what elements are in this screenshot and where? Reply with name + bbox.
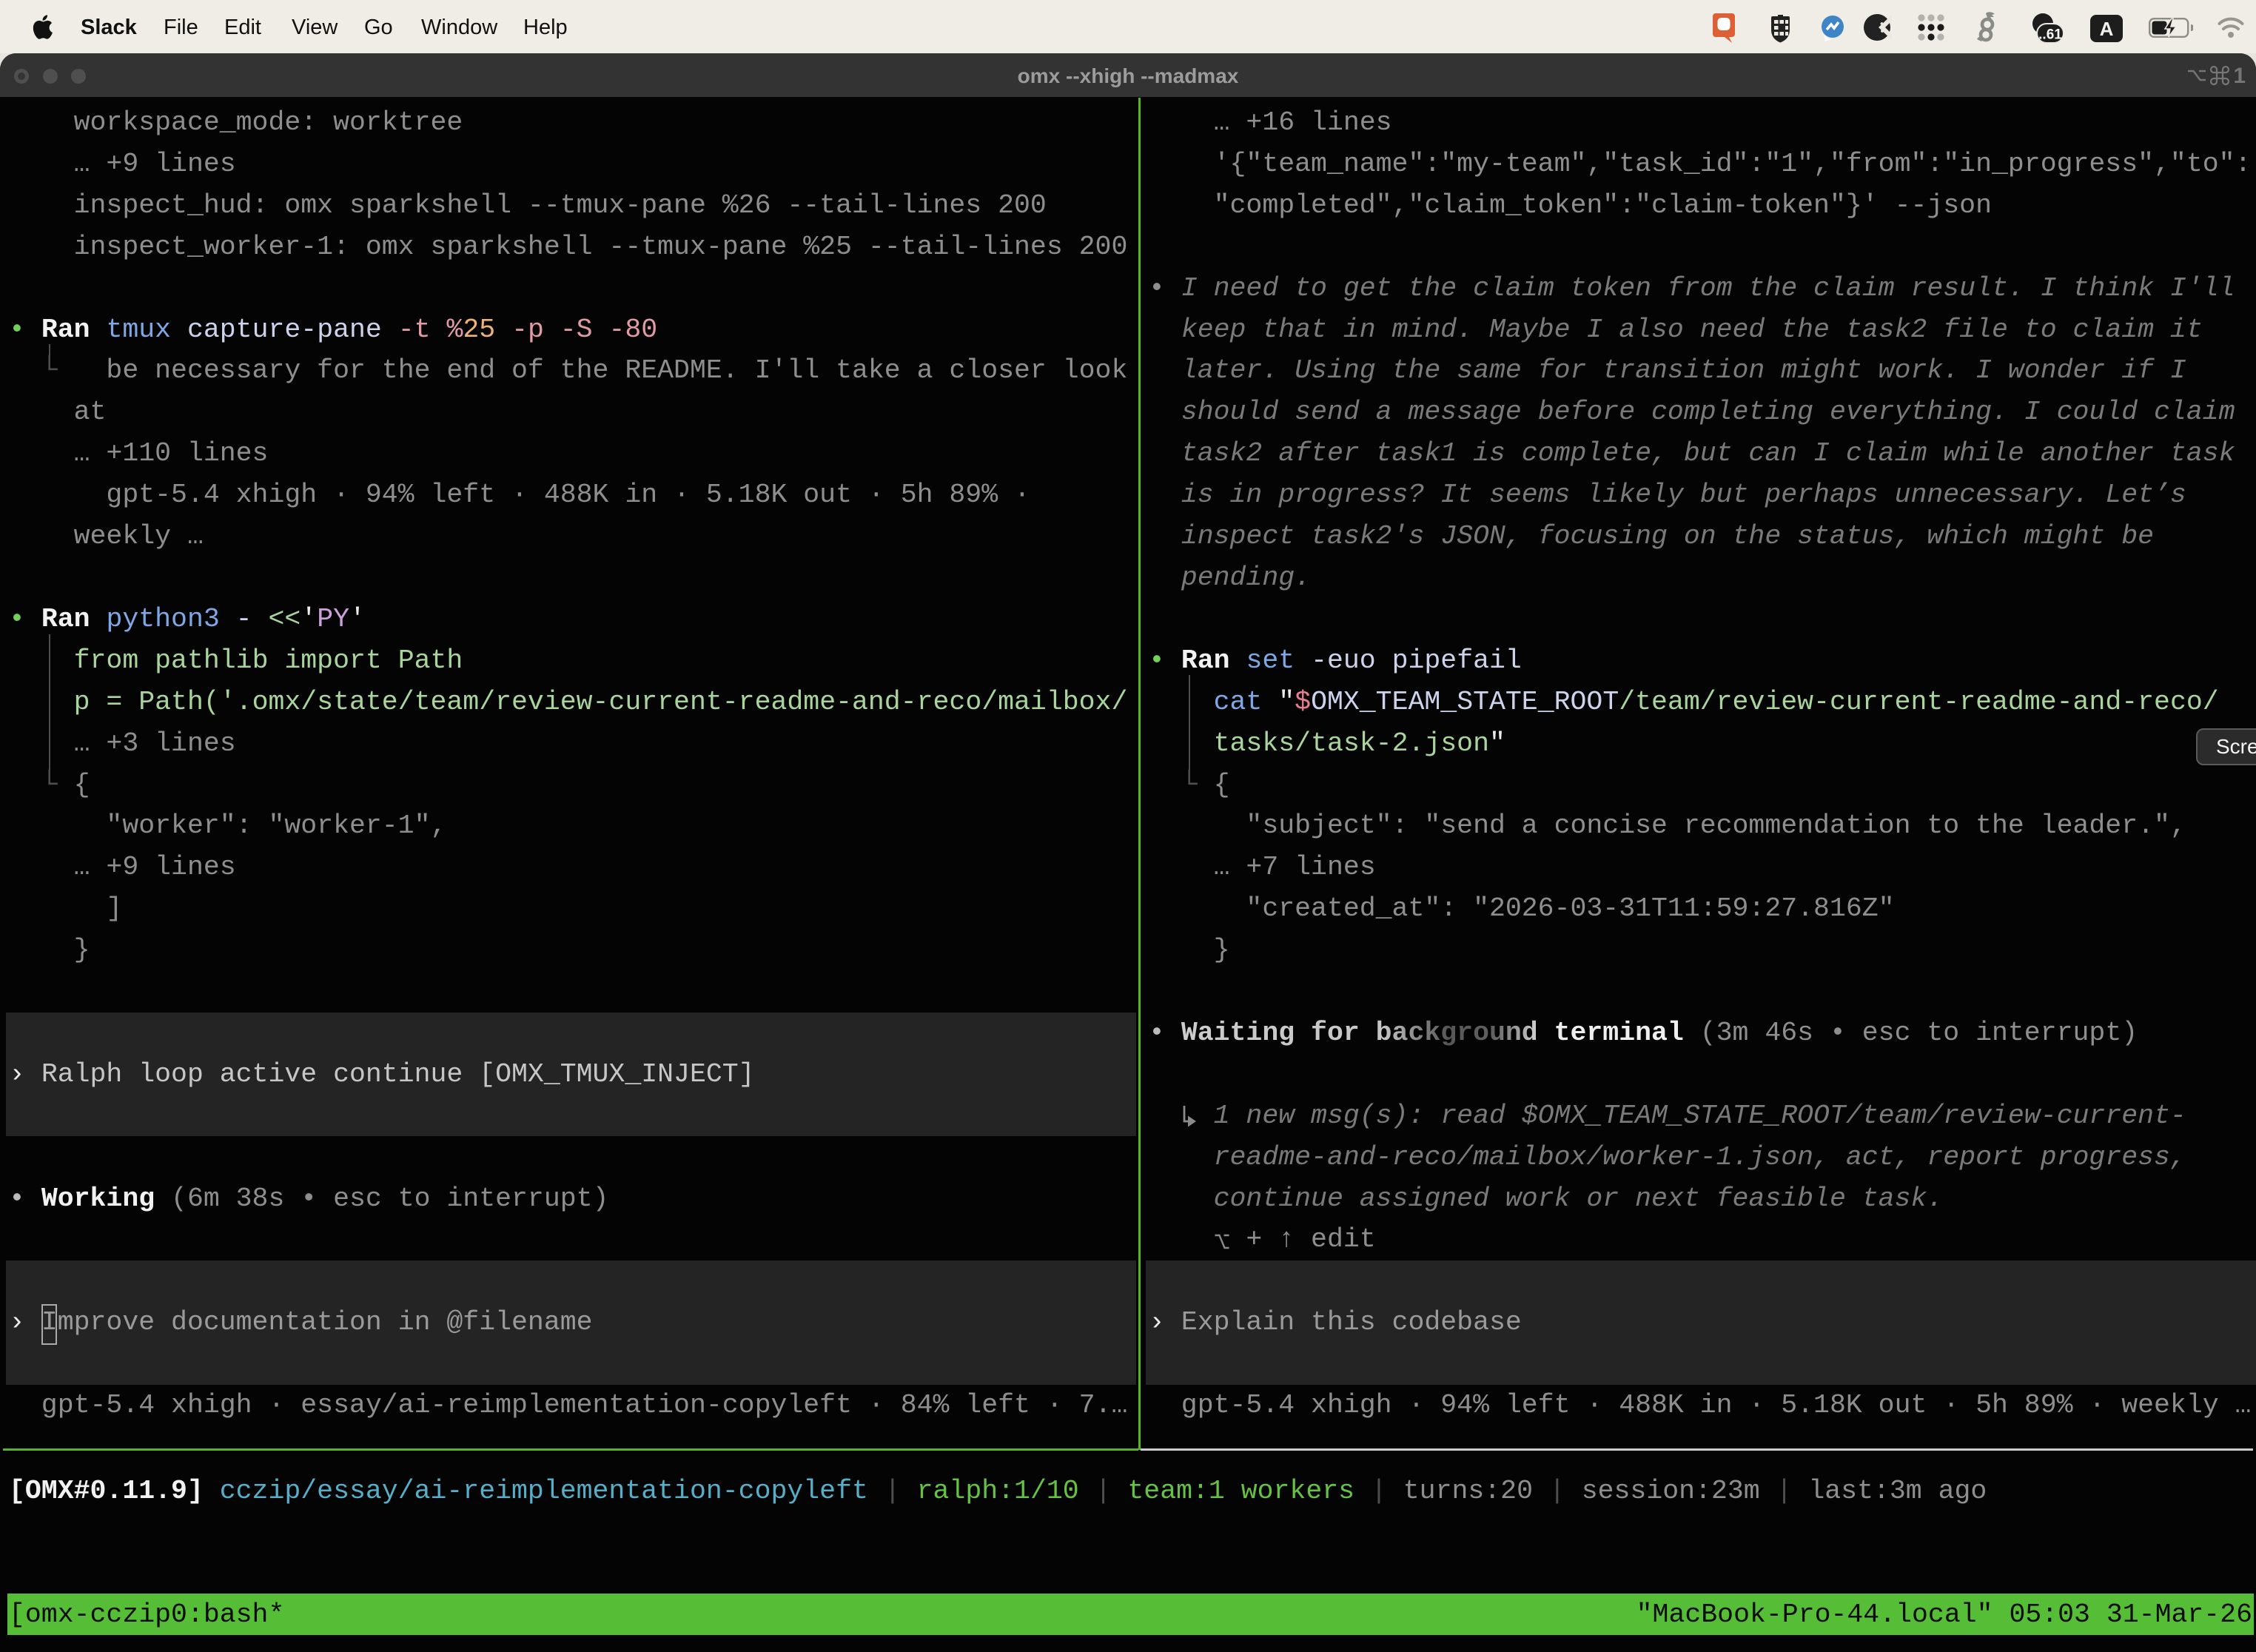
svg-text:A: A [2100, 18, 2114, 40]
svg-text:..61: ..61 [2038, 27, 2062, 43]
